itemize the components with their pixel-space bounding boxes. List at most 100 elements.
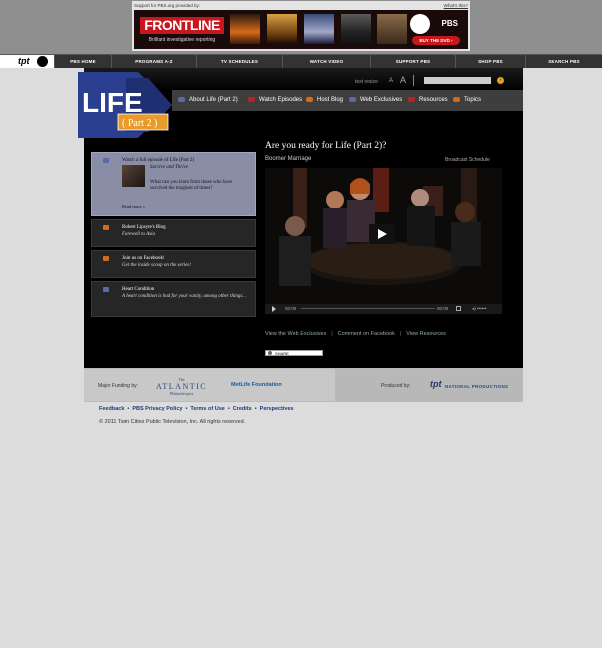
funding-band: Major Funding by: The ATLANTIC Philanthr…: [84, 368, 523, 402]
ad-photo-fire: [230, 14, 260, 44]
nav-watch-video[interactable]: WATCH VIDEO: [282, 55, 370, 68]
panel-subtitle: Get the inside scoop on the series!: [122, 263, 191, 268]
subnav-label: Web Exclusives: [360, 97, 403, 103]
video-subheading: Boomer Marriage: [265, 156, 312, 162]
tpt-logo[interactable]: tpt: [430, 379, 442, 389]
web-exclusives-link[interactable]: View the Web Exclusives: [265, 331, 326, 337]
panel-heart-condition[interactable]: Heart Condition A heart condition is bad…: [91, 281, 256, 317]
comment-facebook-link[interactable]: Comment on Facebook: [338, 331, 395, 337]
subnav-bullet-icon: [306, 97, 313, 102]
subnav-bullet-icon: [453, 97, 460, 102]
site-container: text resize A A › LIFE ( Part 2 ) About …: [78, 68, 523, 368]
ad-photo-building: [304, 14, 334, 44]
video-controls: 00:00 00:00 ◂) ••••••: [265, 304, 502, 314]
life-logo-graphic: LIFE ( Part 2 ): [78, 72, 172, 138]
subnav-label: Topics: [464, 97, 482, 103]
pbs-nav-bar: tpt PBS HOME PROGRAMS A-Z TV SCHEDULES W…: [0, 54, 602, 68]
broadcast-schedule-link[interactable]: Broadcast Schedule: [445, 157, 490, 163]
panel-title: Heart Condition: [122, 287, 155, 292]
nav-tv-schedules[interactable]: TV SCHEDULES: [196, 55, 282, 68]
footer-bullet: •: [254, 406, 257, 412]
frontline-tagline: Brilliant investigative reporting: [148, 37, 216, 43]
nav-support-pbs[interactable]: SUPPORT PBS: [370, 55, 455, 68]
time-total: 00:00: [437, 306, 449, 311]
ad-banner[interactable]: FRONTLINE Brilliant investigative report…: [134, 10, 468, 49]
footer-links: Feedback • PBS Privacy Policy • Terms of Use…: [99, 406, 294, 412]
nav-search-pbs[interactable]: SEARCH PBS: [525, 55, 602, 68]
life-part2-logo[interactable]: LIFE ( Part 2 ): [78, 72, 172, 138]
subnav-resources[interactable]: Resources: [408, 90, 448, 111]
search-go-button[interactable]: ›: [497, 77, 504, 84]
panel-title: Join us on Facebook!: [122, 256, 165, 261]
link-separator: |: [399, 331, 402, 337]
text-small-button[interactable]: A: [389, 78, 393, 84]
produced-by-label: Produced by:: [381, 383, 411, 389]
subnav-web-exclusives[interactable]: Web Exclusives: [349, 90, 402, 111]
buy-dvd-button[interactable]: BUY THE DVD ›: [412, 36, 460, 45]
footer-credits-link[interactable]: Credits: [233, 406, 252, 412]
tpt-logo-text: tpt: [18, 56, 30, 66]
subnav-host-blog[interactable]: Host Blog: [306, 90, 343, 111]
pbs-logo-icon: [410, 14, 430, 34]
nav-shop-pbs[interactable]: SHOP PBS: [455, 55, 525, 68]
subnav-watch-episodes[interactable]: Watch Episodes: [248, 90, 302, 111]
panel-description: What can you learn from those who have s…: [150, 180, 233, 191]
ad-photo-people: [341, 14, 371, 44]
subnav-about[interactable]: About Life (Part 2): [178, 90, 238, 111]
play-icon: [378, 229, 387, 239]
share-button[interactable]: SHARE: [265, 350, 323, 356]
footer-feedback-link[interactable]: Feedback: [99, 406, 124, 412]
control-play-icon[interactable]: [272, 306, 276, 312]
tpt-pbs-logo[interactable]: tpt: [0, 55, 54, 68]
top-band: Support for PBS.org provided by: What's …: [0, 0, 602, 54]
episode-thumbnail[interactable]: [122, 165, 145, 187]
panel-subtitle: A heart condition is bad for your vanity…: [122, 294, 247, 299]
footer-privacy-link[interactable]: PBS Privacy Policy: [132, 406, 182, 412]
subnav-bullet-icon: [408, 97, 415, 102]
share-icon: [268, 351, 272, 355]
funding-label: Major Funding by:: [98, 383, 139, 389]
volume-control[interactable]: ◂) ••••••: [472, 306, 486, 312]
subnav-label: Resources: [419, 97, 448, 103]
panel-subtitle: Survive and Thrive: [150, 165, 189, 170]
video-progress-bar[interactable]: [301, 308, 435, 309]
panel-bullet-icon: [103, 287, 109, 292]
logo-title: LIFE: [82, 87, 143, 118]
ad-photo-sunset: [267, 14, 297, 44]
search-input[interactable]: [424, 77, 491, 84]
frontline-ad[interactable]: Support for PBS.org provided by: What's …: [132, 1, 470, 51]
metlife-foundation-logo[interactable]: MetLife Foundation: [231, 382, 282, 388]
atlantic-philanthropies: Philanthropies: [169, 391, 194, 396]
text-resize-label: text resize: [355, 79, 378, 85]
sub-navigation: About Life (Part 2) Watch Episodes Host …: [172, 90, 523, 111]
subnav-label: About Life (Part 2): [189, 97, 238, 103]
subnav-topics[interactable]: Topics: [453, 90, 481, 111]
view-resources-link[interactable]: View Resources: [406, 331, 446, 337]
fullscreen-icon[interactable]: [456, 306, 461, 311]
share-label: SHARE: [275, 351, 289, 356]
footer-perspectives-link[interactable]: Perspectives: [260, 406, 294, 412]
atlantic-philanthropies-logo[interactable]: The ATLANTIC Philanthropies: [156, 377, 207, 396]
nav-pbs-home[interactable]: PBS HOME: [54, 55, 111, 68]
panel-bullet-icon: [103, 158, 109, 163]
link-separator: |: [331, 331, 333, 337]
text-large-button[interactable]: A: [400, 75, 406, 85]
panel-title: Robert Lipsyte's Blog: [122, 225, 166, 230]
page-heading: Are you ready for Life (Part 2)?: [265, 141, 387, 151]
read-more-link[interactable]: Read more »: [122, 204, 145, 209]
panel-facebook[interactable]: Join us on Facebook! Get the inside scoo…: [91, 250, 256, 278]
panel-watch-episode[interactable]: Watch a full episode of Life (Part 2) Su…: [91, 152, 256, 216]
panel-host-blog[interactable]: Robert Lipsyte's Blog Farewell to Asia: [91, 219, 256, 247]
atlantic-name: ATLANTIC: [156, 382, 208, 391]
frontline-logo: FRONTLINE: [140, 17, 224, 34]
pbs-circle-icon: [37, 56, 48, 67]
subnav-bullet-icon: [178, 97, 185, 102]
nav-programs[interactable]: PROGRAMS A-Z: [111, 55, 196, 68]
whats-this-link[interactable]: What's this?: [444, 3, 468, 8]
panel-title: Watch a full episode of Life (Part 2): [122, 158, 195, 163]
footer-bullet: •: [185, 406, 188, 412]
video-player[interactable]: [265, 168, 502, 304]
video-play-button[interactable]: [369, 224, 395, 244]
footer-terms-link[interactable]: Terms of Use: [190, 406, 224, 412]
pbs-label: PBS: [441, 19, 458, 28]
